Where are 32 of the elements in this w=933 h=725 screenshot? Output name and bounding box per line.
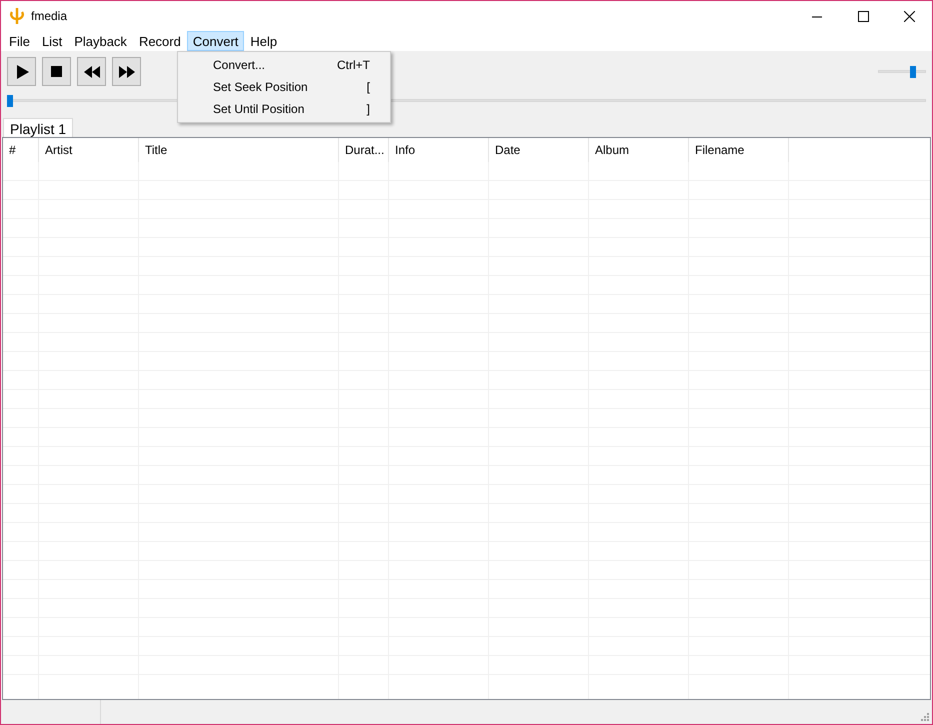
playlist-tab[interactable]: Playlist 1 <box>3 118 74 137</box>
dropdown-item[interactable]: Set Seek Position [ <box>178 76 390 98</box>
menu-item[interactable]: Record <box>132 31 187 51</box>
play-button[interactable] <box>7 57 36 86</box>
column-header[interactable]: Artist <box>39 138 139 162</box>
menu-item[interactable]: Convert <box>186 31 244 51</box>
dropdown-item[interactable]: Set Until Position ] <box>178 98 390 120</box>
app-logo-icon <box>10 8 24 24</box>
rewind-button[interactable] <box>77 57 106 86</box>
stop-button[interactable] <box>42 57 71 86</box>
menu-item[interactable]: Playback <box>68 31 133 51</box>
column-header[interactable]: Title <box>139 138 339 162</box>
dropdown-item[interactable]: Convert... Ctrl+T <box>178 54 390 76</box>
close-icon <box>904 10 914 22</box>
column-header[interactable]: Album <box>589 138 689 162</box>
fast-forward-icon <box>118 66 134 78</box>
resize-grip-icon <box>920 712 930 722</box>
menu-item[interactable]: File <box>3 31 36 51</box>
column-header[interactable]: # <box>3 138 39 162</box>
menu-item[interactable]: List <box>36 31 68 51</box>
column-header[interactable]: Date <box>489 138 589 162</box>
column-header[interactable]: Info <box>389 138 489 162</box>
column-header[interactable]: Durat... <box>339 138 389 162</box>
rewind-icon <box>84 66 100 78</box>
window-title: fmedia <box>31 8 68 25</box>
fast-forward-button[interactable] <box>112 57 141 86</box>
column-header[interactable]: Filename <box>689 138 789 162</box>
maximize-icon <box>858 10 868 22</box>
volume-slider[interactable] <box>878 66 926 78</box>
menu-item[interactable]: Help <box>244 31 284 51</box>
play-icon <box>14 64 28 78</box>
stop-icon <box>51 66 62 77</box>
